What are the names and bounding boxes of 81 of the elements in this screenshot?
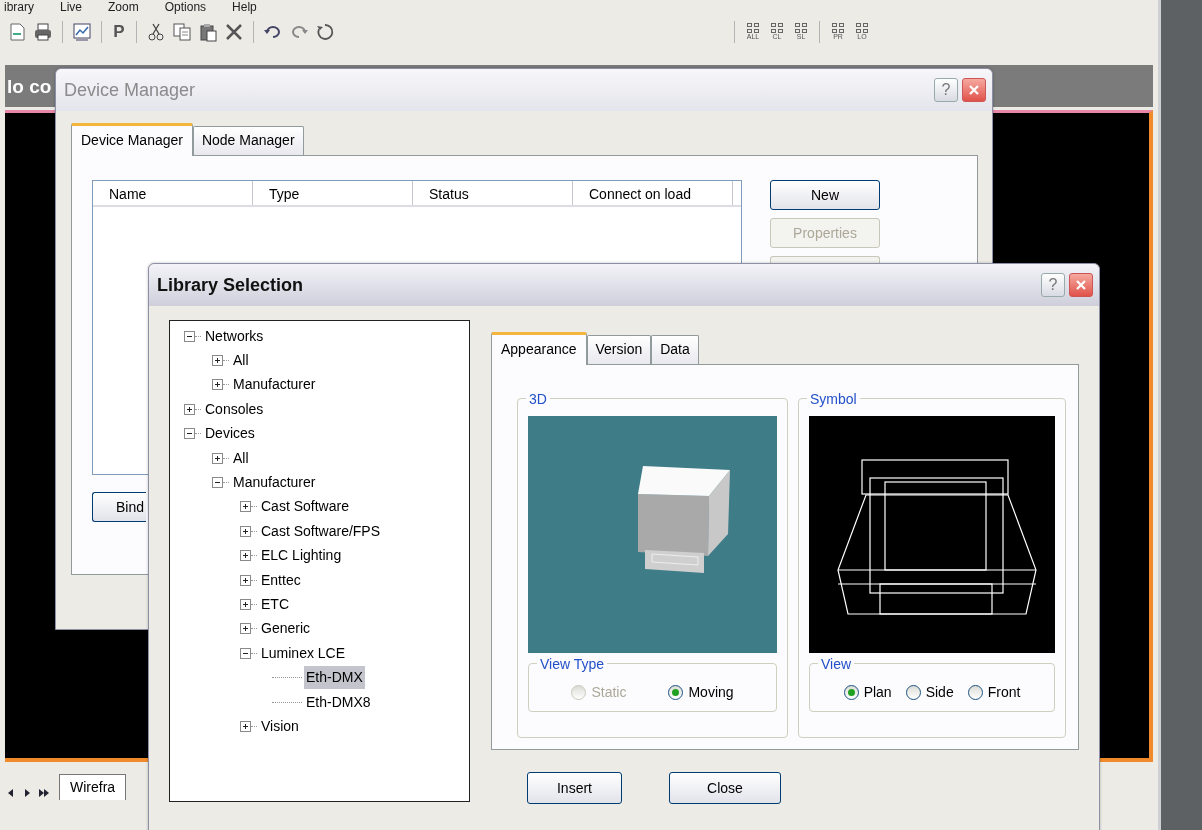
dialog-button[interactable]: Close [669,772,781,804]
bind-button[interactable]: Bind [92,492,146,522]
expand-icon[interactable] [240,720,251,732]
tree-item[interactable]: All [231,446,251,470]
radio-label[interactable]: Plan [863,682,892,703]
radio-button[interactable] [843,685,859,700]
tab[interactable]: Node Manager [192,126,304,155]
expand-icon[interactable] [212,379,223,391]
p-button[interactable]: P [108,19,130,45]
scissors-icon[interactable] [146,22,166,42]
paste-icon[interactable] [198,22,218,42]
tree-item[interactable]: Eth-DMX [304,666,365,690]
tree-item[interactable]: Manufacturer [231,471,318,495]
radio-label[interactable]: Front [987,682,1021,703]
column-header[interactable]: Name [93,181,253,205]
collapse-icon[interactable] [184,330,195,342]
tree-item[interactable]: ETC [259,593,291,616]
collapse-icon[interactable] [184,428,195,440]
tab[interactable]: Device Manager [71,123,193,156]
grid-icon [771,23,783,33]
tree-item[interactable]: All [231,349,251,373]
close-icon [1075,279,1087,291]
collapse-icon[interactable] [240,647,251,659]
grid-icon [795,23,807,33]
tree-item[interactable]: Manufacturer [231,373,318,397]
column-header[interactable]: Status [413,181,573,205]
expand-icon[interactable] [240,525,251,537]
close-icon [968,84,980,96]
radio-label[interactable]: Side [925,682,954,703]
expand-icon[interactable] [240,623,251,635]
tree-item[interactable]: ELC Lighting [259,544,344,568]
expand-icon[interactable] [212,452,223,464]
copy-icon[interactable] [172,22,192,42]
dialog-button[interactable]: New [770,180,880,210]
tree-item[interactable]: Cast Software [259,495,351,519]
tab[interactable]: Version [586,335,652,364]
grid-icon [856,23,868,33]
tree-item[interactable]: Enttec [259,568,303,592]
tree-item[interactable]: Eth-DMX8 [304,690,373,714]
close-button[interactable] [1069,273,1093,297]
menu-item[interactable]: Options [164,0,207,14]
menu-item[interactable]: Live [60,0,83,14]
collapse-icon[interactable] [212,477,223,489]
column-header[interactable]: Type [253,181,413,205]
radio-button[interactable] [905,685,921,700]
expand-icon[interactable] [240,574,251,586]
tree-item[interactable]: Generic [259,617,313,641]
expand-icon[interactable] [240,599,251,610]
menu-item[interactable]: Help [232,0,257,14]
sheet-tab[interactable]: Wirefra [59,774,127,800]
help-button[interactable]: ? [934,78,958,102]
expand-icon[interactable] [240,501,251,513]
help-button[interactable]: ? [1041,273,1065,297]
printer-icon[interactable] [33,22,53,42]
expand-icon[interactable] [184,403,195,415]
chart-icon[interactable] [72,22,92,42]
dialog-button[interactable]: Insert [527,772,622,804]
page-icon[interactable] [7,22,27,42]
tree-item[interactable]: Consoles [203,397,266,421]
tree-item[interactable]: Cast Software/FPS [259,519,383,543]
radio-button[interactable] [668,685,684,700]
tree-item[interactable]: Vision [259,714,301,738]
menu-item[interactable]: Zoom [108,0,139,14]
expand-icon[interactable] [212,355,223,367]
radio-label[interactable]: Moving [688,682,734,703]
grid-icon [747,23,759,33]
close-button[interactable] [962,78,986,102]
tree-item[interactable]: Devices [203,422,257,446]
tab[interactable]: Appearance [491,332,587,365]
tree-item[interactable]: Luminex LCE [259,641,348,665]
window-title: Library Selection [157,273,304,297]
tree-item[interactable]: Networks [203,324,266,348]
expand-icon[interactable] [240,550,251,562]
refresh-icon[interactable] [315,22,335,42]
tab[interactable]: Data [651,335,699,364]
radio-button[interactable] [967,685,983,700]
window-title: Device Manager [64,78,196,102]
column-header[interactable]: Connect on load [573,181,733,205]
grid-icon [832,23,844,33]
menu-item[interactable]: ibrary [4,0,34,14]
radio-label: Static [591,683,627,702]
